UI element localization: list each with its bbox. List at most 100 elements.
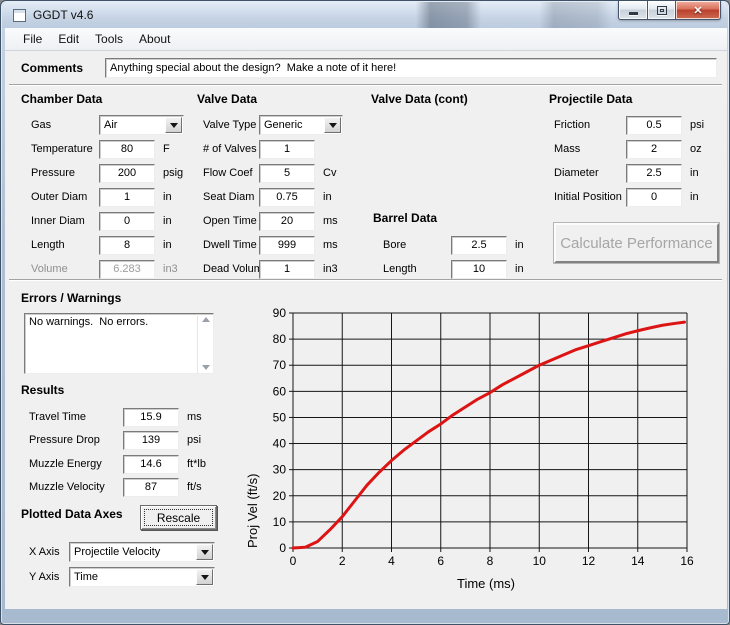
svg-text:16: 16 [680,554,694,568]
minimize-button[interactable] [618,1,647,20]
seat-diam-label: Seat Diam [203,191,259,203]
close-button[interactable]: ✕ [676,1,721,20]
dead-volume-input[interactable] [259,260,315,279]
pressure-drop-unit: psi [187,434,201,446]
valve-cont-header: Valve Data (cont) [371,92,468,106]
svg-text:20: 20 [273,489,287,503]
initial-position-input[interactable] [626,188,682,207]
valve-type-row: Valve Type Generic [203,115,343,135]
x-axis-dropdown-button[interactable] [196,544,213,560]
menubar: File Edit Tools About [5,28,727,51]
scroll-down-icon[interactable] [202,365,210,370]
valve-type-select[interactable]: Generic [259,115,343,135]
svg-text:60: 60 [273,384,287,398]
gas-dropdown-button[interactable] [165,117,182,133]
volume-label: Volume [31,263,99,275]
seat-diam-input[interactable] [259,188,315,207]
menu-about[interactable]: About [131,29,178,49]
valve-type-dropdown-button[interactable] [324,117,341,133]
pressure-drop-label: Pressure Drop [29,434,123,446]
barrel-length-unit: in [515,263,524,275]
temperature-input[interactable] [99,140,155,159]
dwell-time-unit: ms [323,239,338,251]
bore-unit: in [515,239,524,251]
open-time-input[interactable] [259,212,315,231]
y-axis-dropdown-button[interactable] [196,569,213,585]
pressure-input[interactable] [99,164,155,183]
outer-diam-label: Outer Diam [31,191,99,203]
scroll-up-icon[interactable] [202,317,210,322]
outer-diam-input[interactable] [99,188,155,207]
maximize-icon [657,6,667,15]
mass-input[interactable] [626,140,682,159]
svg-text:10: 10 [533,554,547,568]
chamber-length-input[interactable] [99,236,155,255]
y-axis-value: Time [70,568,195,586]
errors-textbox[interactable]: No warnings. No errors. [24,313,214,374]
chamber-length-label: Length [31,239,99,251]
barrel-length-row: Length in [383,259,524,279]
maximize-button[interactable] [647,1,676,20]
num-valves-input[interactable] [259,140,315,159]
friction-row: Friction psi [554,115,704,135]
valve-type-value: Generic [260,116,323,134]
inner-diam-input[interactable] [99,212,155,231]
svg-text:30: 30 [273,463,287,477]
svg-text:50: 50 [273,410,287,424]
errors-scrollbar[interactable] [197,314,213,373]
friction-input[interactable] [626,116,682,135]
volume-unit: in3 [163,263,178,275]
seat-diam-row: Seat Diam in [203,187,332,207]
caption-buttons: ✕ [618,1,721,20]
y-axis-select[interactable]: Time [69,567,215,587]
dropdown-arrow-icon [201,550,209,555]
menu-tools[interactable]: Tools [87,29,131,49]
x-axis-value: Projectile Velocity [70,543,195,561]
travel-time-unit: ms [187,411,202,423]
bore-row: Bore in [383,235,524,255]
dwell-time-label: Dwell Time [203,239,259,251]
valve-header: Valve Data [197,92,257,106]
results-header: Results [21,383,64,397]
bore-label: Bore [383,239,451,251]
muzzle-energy-field[interactable] [123,455,179,474]
dead-volume-row: Dead Volume in3 [203,259,338,279]
dwell-time-input[interactable] [259,236,315,255]
svg-text:14: 14 [631,554,645,568]
svg-text:4: 4 [388,554,395,568]
seat-diam-unit: in [323,191,332,203]
dead-volume-label: Dead Volume [203,263,259,275]
svg-text:2: 2 [339,554,346,568]
chamber-length-row: Length in [31,235,172,255]
pressure-unit: psig [163,167,183,179]
chart-y-axis-title: Proj Vel (ft/s) [245,313,260,548]
app-icon [13,9,26,22]
comments-input[interactable] [105,58,717,78]
flow-coef-input[interactable] [259,164,315,183]
gas-row: Gas Air [31,115,184,135]
mass-unit: oz [690,143,702,155]
rescale-button[interactable]: Rescale [140,505,217,530]
velocity-time-chart: 02468101214160102030405060708090 [241,301,711,601]
friction-label: Friction [554,119,626,131]
diameter-input[interactable] [626,164,682,183]
calculate-performance-button[interactable]: Calculate Performance [554,223,719,263]
travel-time-label: Travel Time [29,411,123,423]
temperature-label: Temperature [31,143,99,155]
barrel-length-input[interactable] [451,260,507,279]
mass-row: Mass oz [554,139,702,159]
comments-label: Comments [21,61,83,75]
x-axis-select[interactable]: Projectile Velocity [69,542,215,562]
bore-input[interactable] [451,236,507,255]
travel-time-field[interactable] [123,408,179,427]
menu-edit[interactable]: Edit [50,29,87,49]
outer-diam-unit: in [163,191,172,203]
pressure-drop-field[interactable] [123,431,179,450]
gas-select[interactable]: Air [99,115,184,135]
num-valves-row: # of Valves [203,139,315,159]
svg-text:0: 0 [290,554,297,568]
muzzle-velocity-field[interactable] [123,478,179,497]
chamber-header: Chamber Data [21,92,102,106]
menu-file[interactable]: File [15,29,50,49]
muzzle-velocity-row: Muzzle Velocity ft/s [29,477,202,497]
